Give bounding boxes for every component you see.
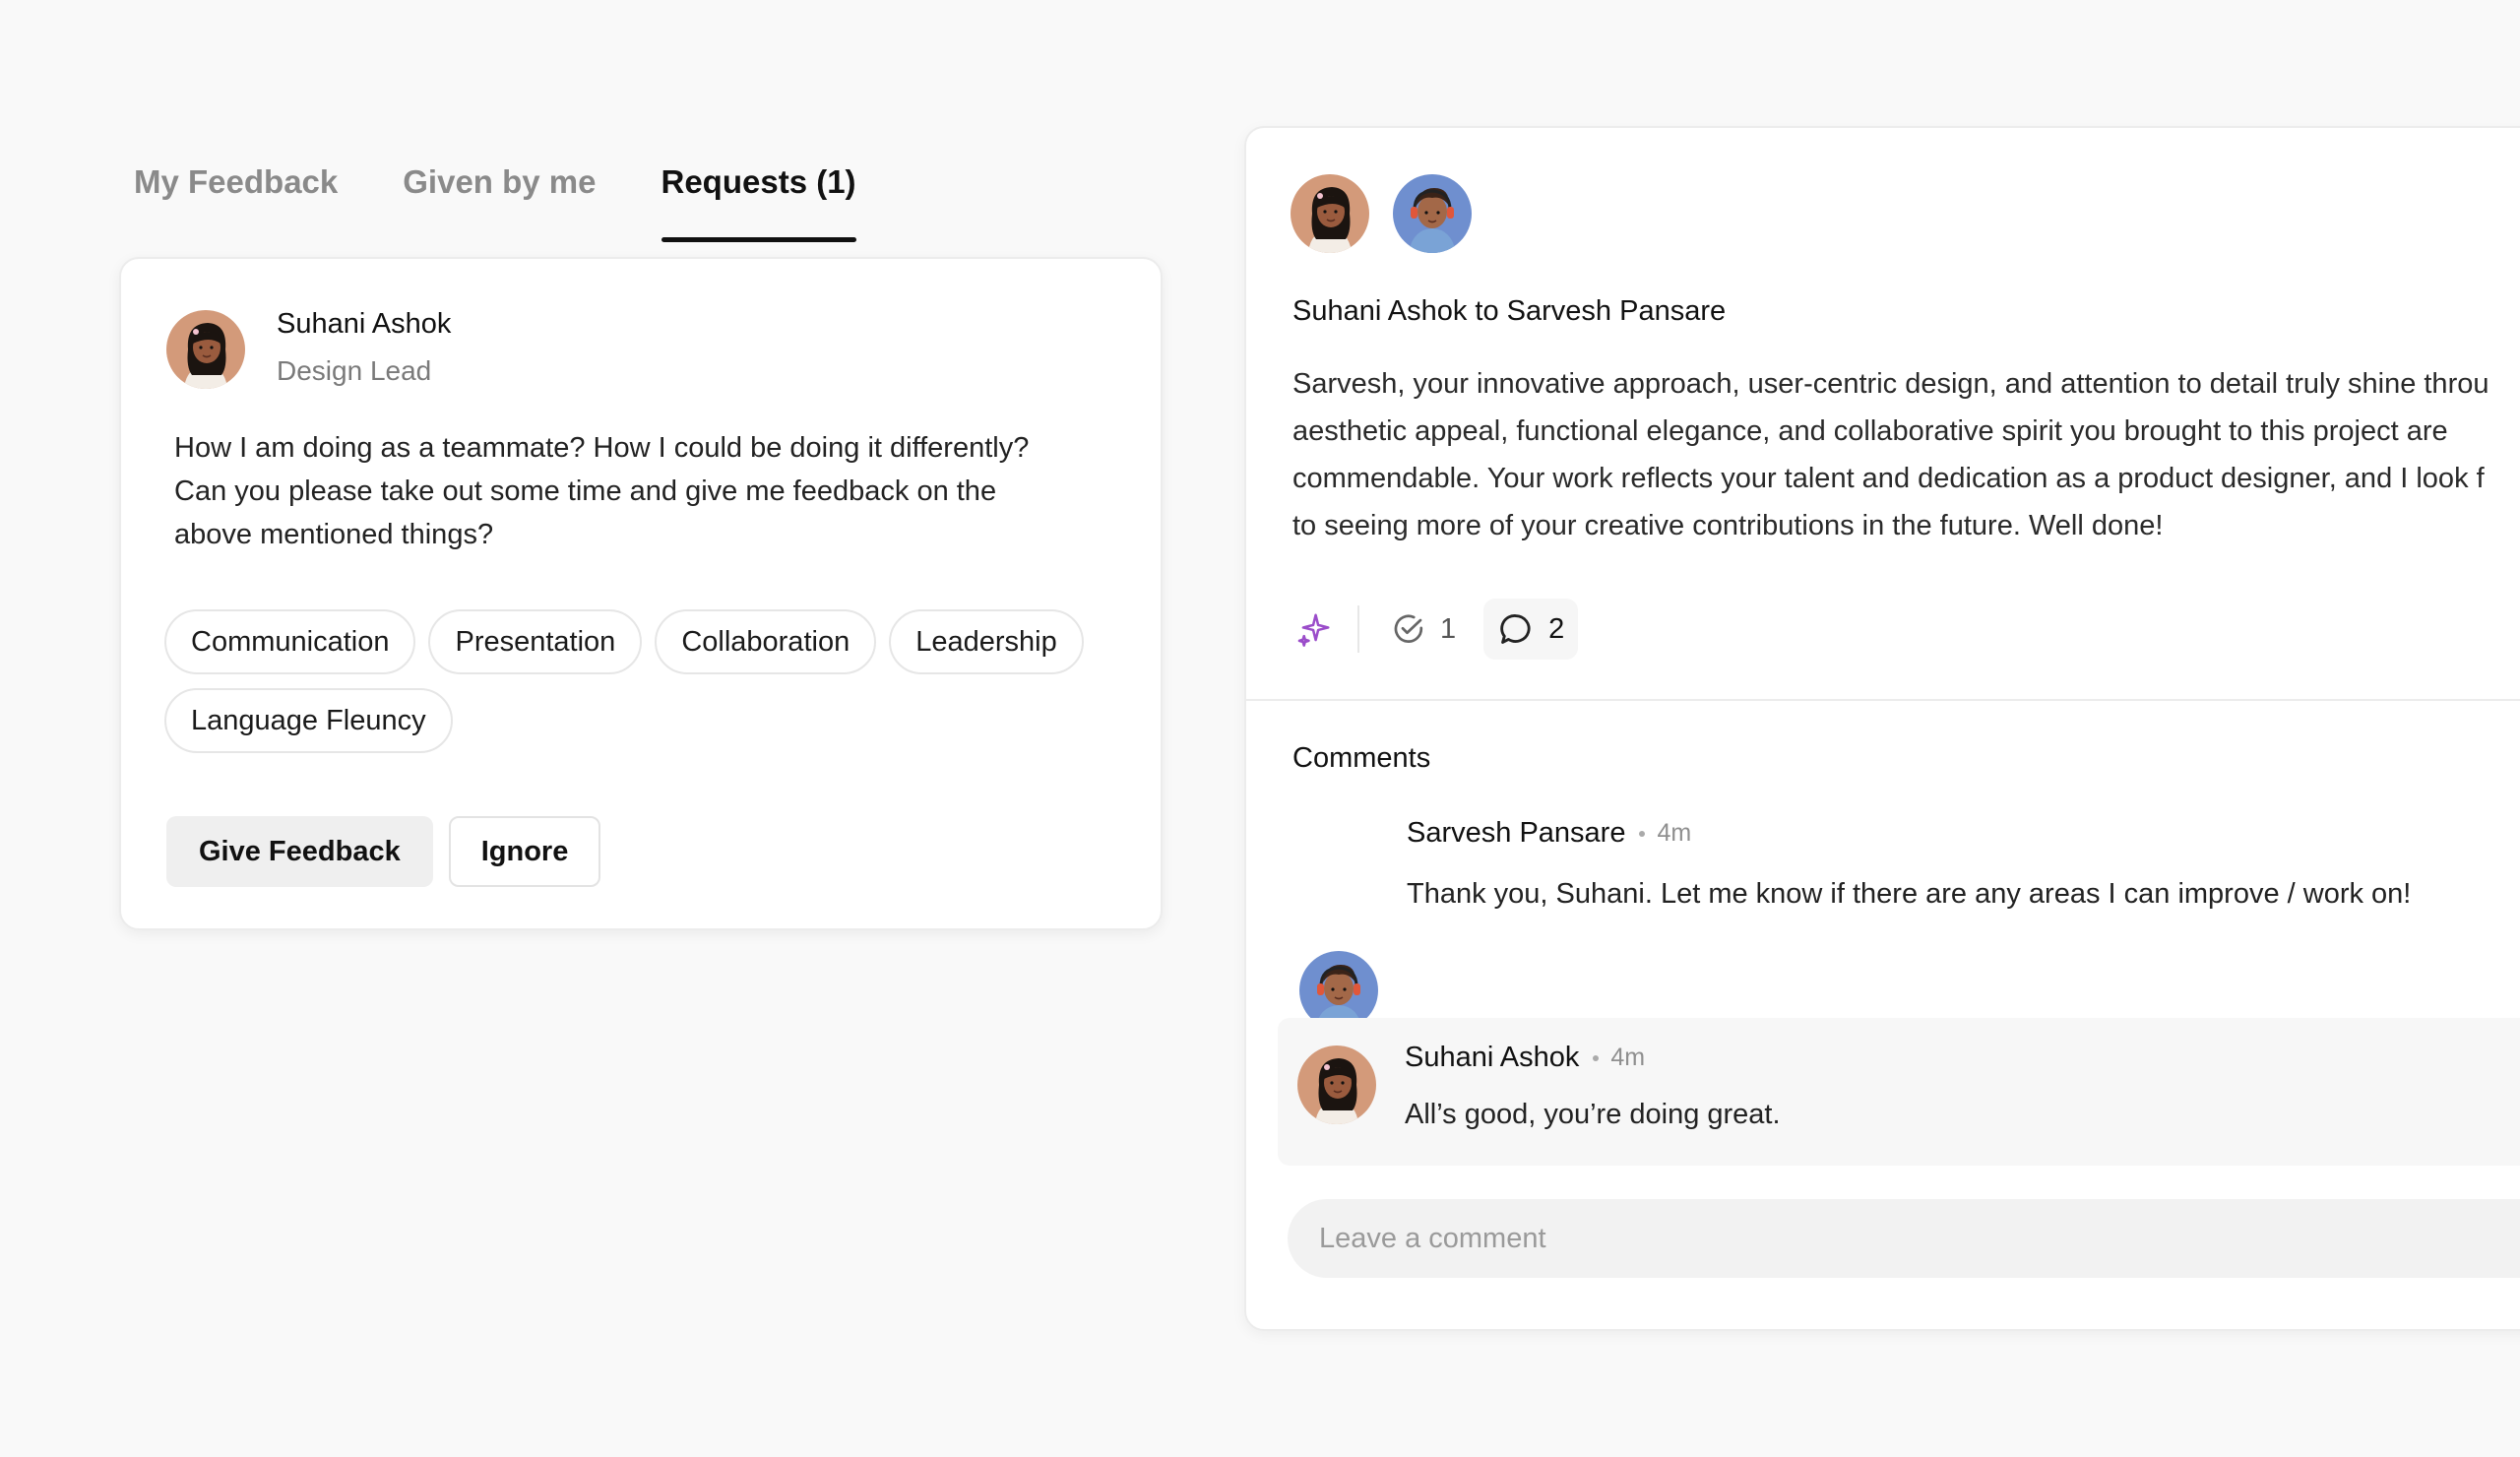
chip-presentation[interactable]: Presentation [428,609,643,674]
comment-header: Suhani Ashok 4m [1405,1042,1645,1074]
feedback-actions: 1 2 [1291,599,1579,660]
tab-given-by-me[interactable]: Given by me [403,158,596,226]
sparkle-button[interactable] [1291,605,1338,653]
check-circle-icon [1394,614,1423,643]
comment-bubble-icon [1500,614,1531,644]
action-divider [1357,605,1359,653]
requester-avatar [166,310,245,389]
tab-requests[interactable]: Requests (1) [661,158,856,242]
comments-heading: Comments [1292,742,1431,774]
feedback-body: Sarvesh, your innovative approach, user-… [1292,360,2520,549]
separator-dot [1639,830,1646,837]
request-question: How I am doing as a teammate? How I coul… [174,426,1119,556]
feedback-body-line: to seeing more of your creative contribu… [1292,510,2164,541]
feedback-body-line: commendable. Your work reflects your tal… [1292,463,2485,494]
comment-count: 2 [1548,612,1565,645]
requester-role: Design Lead [277,355,432,386]
request-question-line: above mentioned things? [174,519,494,550]
comment-input[interactable] [1288,1199,2520,1278]
comment-time: 4m [1610,1044,1646,1071]
request-question-line: How I am doing as a teammate? How I coul… [174,432,1030,464]
request-question-line: Can you please take out some time and gi… [174,475,997,507]
requester-name: Suhani Ashok [277,308,452,340]
chip-language-fluency[interactable]: Language Fleuncy [164,688,453,753]
section-divider [1246,699,2520,701]
comment-author-name: Suhani Ashok [1405,1042,1580,1073]
comment-author-avatar [1297,1045,1376,1124]
feedback-body-line: aesthetic appeal, functional elegance, a… [1292,415,2448,447]
giver-avatar [1291,174,1369,253]
ignore-button[interactable]: Ignore [448,816,601,887]
comment-text: Thank you, Suhani. Let me know if there … [1407,878,2412,910]
feedback-body-line: Sarvesh, your innovative approach, user-… [1292,368,2489,400]
comment-count-button[interactable]: 2 [1483,599,1579,660]
chip-communication[interactable]: Communication [164,609,416,674]
feedback-tabs: My Feedback Given by me Requests (1) [134,158,856,242]
chip-collaboration[interactable]: Collaboration [655,609,877,674]
comment-header: Sarvesh Pansare 4m [1407,817,1691,850]
comment-input-wrapper [1288,1199,2520,1278]
comment-item-highlighted: Suhani Ashok 4m All’s good, you’re doing… [1278,1018,2520,1166]
comment-time: 4m [1657,819,1692,847]
feedback-request-card: Suhani Ashok Design Lead How I am doing … [119,257,1163,930]
feedback-title: Suhani Ashok to Sarvesh Pansare [1292,295,1727,327]
topic-chips: Communication Presentation Collaboration… [164,609,1129,753]
comment-text: All’s good, you’re doing great. [1405,1099,1781,1130]
request-actions: Give Feedback Ignore [166,816,601,887]
give-feedback-button[interactable]: Give Feedback [166,816,433,887]
tab-my-feedback[interactable]: My Feedback [134,158,338,226]
receiver-avatar [1393,174,1472,253]
sparkle-icon [1297,613,1330,647]
acknowledge-count: 1 [1440,612,1457,645]
separator-dot [1593,1054,1600,1061]
chip-leadership[interactable]: Leadership [889,609,1084,674]
comment-author-name: Sarvesh Pansare [1407,817,1626,849]
acknowledge-button[interactable]: 1 [1377,599,1470,660]
